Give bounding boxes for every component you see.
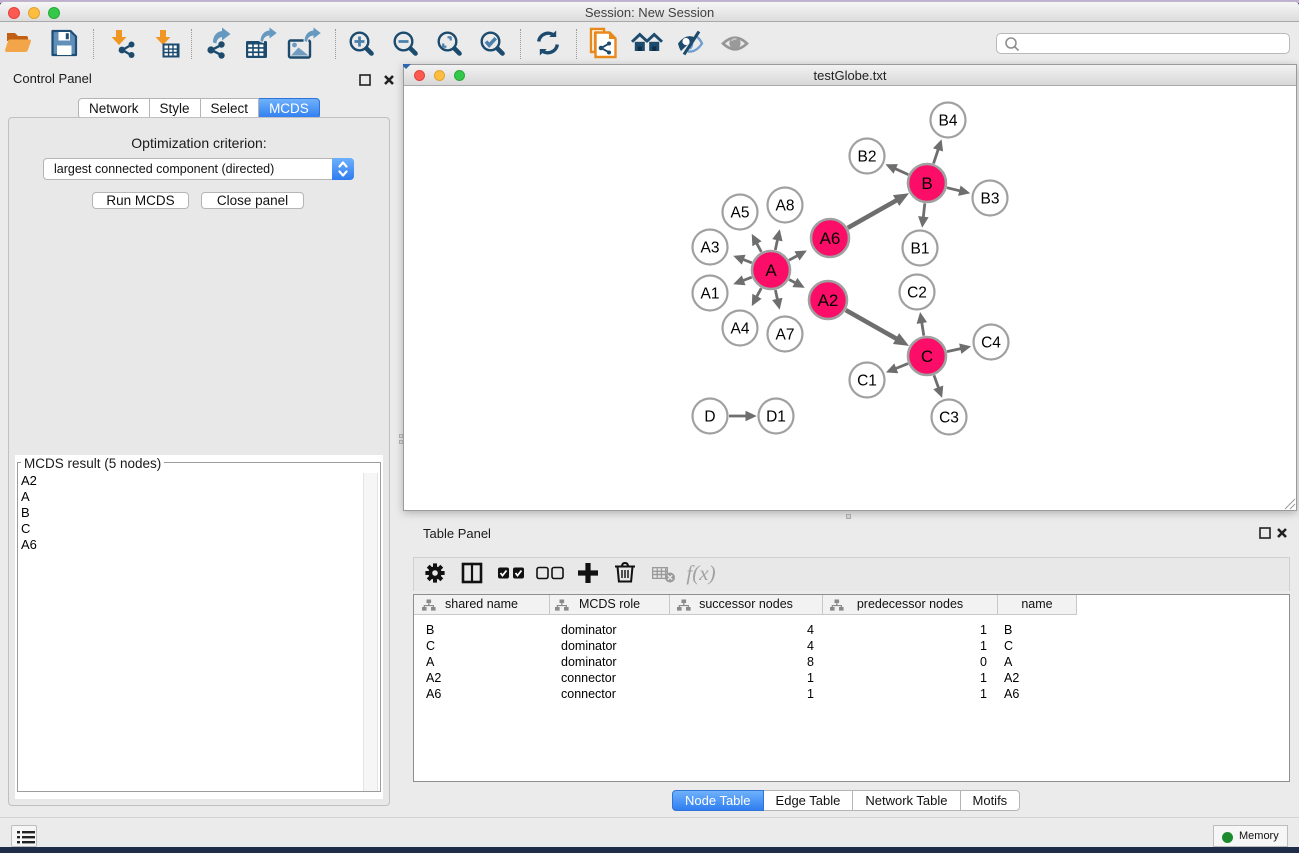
svg-text:A: A [765,261,777,280]
svg-text:f(x): f(x) [686,561,715,585]
svg-text:B2: B2 [858,149,877,166]
svg-text:C: C [921,347,933,366]
svg-text:C3: C3 [939,410,959,427]
svg-text:A5: A5 [731,205,750,222]
svg-text:A4: A4 [731,321,750,338]
svg-text:A1: A1 [701,286,720,303]
svg-text:B: B [921,174,932,193]
svg-text:B4: B4 [939,113,958,130]
svg-text:B3: B3 [981,191,1000,208]
svg-text:B1: B1 [911,241,930,258]
svg-text:C4: C4 [981,335,1001,352]
svg-text:A3: A3 [701,240,720,257]
svg-text:C1: C1 [857,373,877,390]
svg-text:D1: D1 [766,409,786,426]
svg-text:A8: A8 [776,198,795,215]
svg-text:C2: C2 [907,285,927,302]
svg-text:A6: A6 [820,229,841,248]
svg-text:D: D [704,409,715,426]
svg-text:A7: A7 [776,327,795,344]
svg-text:A2: A2 [818,291,839,310]
